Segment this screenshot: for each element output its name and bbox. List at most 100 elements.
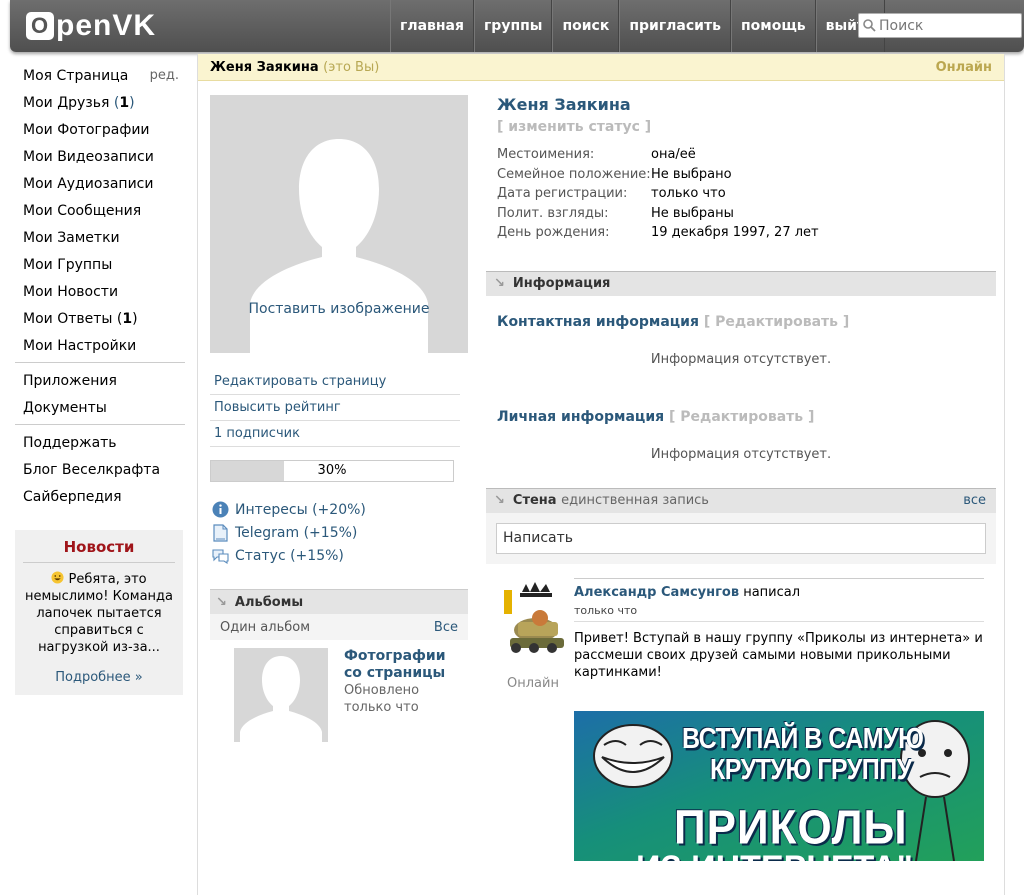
answers-count-value: 1	[122, 310, 133, 327]
post-author-avatar[interactable]	[500, 577, 566, 666]
nav-home[interactable]: главная	[390, 0, 474, 52]
post-image-text-line1: ВСТУПАЙ В САМУЮ	[682, 722, 924, 755]
albums-subheader: Один альбом Все	[210, 614, 468, 640]
info-row-pronouns: Местоимения: она/её	[497, 147, 996, 167]
avatar[interactable]: Поставить изображение	[210, 95, 468, 353]
sidebar-item-settings[interactable]: Мои Настройки	[15, 332, 185, 359]
post-header: Александр Самсунгов написал только что	[574, 577, 984, 622]
info-key: Семейное положение:	[497, 166, 651, 182]
profile-left-column: Поставить изображение Редактировать стра…	[210, 95, 468, 742]
bonus-label: Telegram (+15%)	[235, 524, 358, 541]
albums-all-link[interactable]: Все	[434, 620, 458, 635]
friends-label: Мои Друзья	[23, 94, 110, 111]
albums-title: Альбомы	[234, 594, 304, 610]
top-nav: главная группы поиск пригласить помощь в…	[390, 0, 885, 52]
nav-invite[interactable]: пригласить	[619, 0, 731, 52]
sidebar-item-friends[interactable]: Мои Друзья (1)	[15, 89, 185, 116]
edit-contact-link[interactable]: [ Редактировать ]	[704, 314, 849, 330]
information-title: Информация	[512, 276, 611, 291]
info-value: только что	[651, 186, 726, 201]
nav-groups[interactable]: группы	[473, 0, 553, 52]
sidebar-item-notes[interactable]: Мои Заметки	[15, 224, 185, 251]
set-image-link[interactable]: Поставить изображение	[210, 301, 468, 317]
info-key: Полит. взгляды:	[497, 205, 609, 221]
sidebar-item-label: Приложения	[23, 372, 117, 389]
wall-section: ↘ Стена единственная запись все Написать	[486, 487, 996, 564]
search-input[interactable]	[879, 17, 1019, 34]
post-body: Александр Самсунгов написал только что П…	[574, 577, 984, 861]
sidebar-item-label: Мои Видеозаписи	[23, 148, 154, 165]
sidebar-item-documents[interactable]: Документы	[15, 394, 185, 421]
friends-count-value: 1	[119, 94, 130, 111]
boost-rating-link[interactable]: Повысить рейтинг	[210, 395, 460, 421]
change-status-link[interactable]: [ изменить статус ]	[497, 119, 996, 135]
header-username: Женя Заякина	[210, 59, 319, 75]
user-silhouette-icon	[250, 139, 428, 353]
post-time[interactable]: только что	[574, 604, 984, 617]
sidebar-item-label: Мои Аудиозаписи	[23, 175, 154, 192]
sidebar-item-videos[interactable]: Мои Видеозаписи	[15, 143, 185, 170]
post-image-text-line3: ПРИКОЛЫ	[674, 800, 908, 854]
news-widget: Новости Ребята, это немыслимо! Команда л…	[15, 530, 183, 695]
sidebar-item-label: Мои Друзья (1)	[23, 95, 135, 111]
wall-all-link[interactable]: все	[963, 493, 986, 508]
edit-personal-link[interactable]: [ Редактировать ]	[669, 409, 814, 425]
info-value: Не выбрано	[651, 166, 732, 182]
news-title: Новости	[63, 538, 135, 556]
arrow-down-right-icon: ↘	[216, 594, 227, 610]
album-card[interactable]: Фотографии со страницы Обновлено только …	[210, 648, 468, 742]
info-row-registered: Дата регистрации: только что	[497, 186, 996, 206]
wall-post-input[interactable]: Написать	[496, 522, 986, 554]
online-status: Онлайн	[935, 59, 992, 75]
speech-bubble-icon	[210, 548, 230, 564]
sidebar-item-label: Моя Страница	[23, 67, 129, 84]
info-key: Местоимения:	[497, 147, 595, 162]
albums-count: Один альбом	[220, 619, 311, 635]
nav-help[interactable]: помощь	[730, 0, 816, 52]
followers-link[interactable]: 1 подписчик	[210, 421, 460, 447]
document-icon	[210, 523, 230, 542]
sidebar-item-audio[interactable]: Мои Аудиозаписи	[15, 170, 185, 197]
sidebar-item-apps[interactable]: Приложения	[15, 367, 185, 394]
sidebar-item-news[interactable]: Мои Новости	[15, 278, 185, 305]
rating-value: 30%	[317, 463, 347, 478]
troll-face-icon	[593, 723, 673, 788]
profile-right-column: Женя Заякина [ изменить статус ] Местоим…	[486, 95, 996, 893]
album-updated: Обновлено	[344, 683, 420, 698]
openvk-logo[interactable]: O penVK	[26, 8, 156, 44]
sidebar-item-my-page[interactable]: Моя Страница ред.	[15, 62, 185, 89]
post-author-online: Онлайн	[507, 675, 559, 691]
sidebar-item-groups[interactable]: Мои Группы	[15, 251, 185, 278]
nav-search[interactable]: поиск	[552, 0, 620, 52]
edit-page-link[interactable]: Редактировать страницу	[210, 369, 460, 395]
info-icon	[210, 501, 230, 518]
albums-header: ↘ Альбомы	[210, 589, 468, 614]
sidebar-item-blog[interactable]: Блог Веселкрафта	[15, 456, 185, 483]
arrow-down-right-icon: ↘	[494, 493, 505, 508]
post-author-link[interactable]: Александр Самсунгов	[574, 585, 739, 600]
bonus-interests[interactable]: Интересы (+20%)	[210, 498, 468, 521]
info-value: Не выбраны	[651, 205, 734, 221]
sidebar-item-label: Блог Веселкрафта	[23, 461, 161, 478]
post-image[interactable]: ВСТУПАЙ В САМУЮ КРУТУЮ ГРУППУ ПРИКОЛЫ ИЗ…	[574, 710, 984, 861]
bonus-status[interactable]: Статус (+15%)	[210, 544, 468, 567]
sidebar-item-label: Мои Заметки	[23, 229, 120, 246]
sidebar-divider	[15, 424, 185, 425]
sidebar-item-photos[interactable]: Мои Фотографии	[15, 116, 185, 143]
rating-fill	[211, 461, 284, 481]
sidebar-item-wiki[interactable]: Сайберпедия	[15, 483, 185, 510]
sidebar-item-answers[interactable]: Мои Ответы (1)	[15, 305, 185, 332]
personal-info-label: Личная информация	[497, 408, 665, 425]
profile-page: Женя Заякина (это Вы) Онлайн Поставить и…	[197, 54, 1005, 895]
album-title[interactable]: Фотографии со страницы	[344, 648, 464, 682]
news-more-link[interactable]: Подробнее »	[19, 670, 179, 685]
info-value: 19 декабря 1997, 27 лет	[651, 225, 819, 240]
sidebar-item-messages[interactable]: Мои Сообщения	[15, 197, 185, 224]
sidebar-item-label: Мои Фотографии	[23, 121, 150, 138]
album-thumbnail[interactable]	[234, 648, 328, 742]
information-header: ↘ Информация	[486, 270, 996, 296]
bonus-telegram[interactable]: Telegram (+15%)	[210, 521, 468, 544]
sidebar-item-donate[interactable]: Поддержать	[15, 429, 185, 456]
search-icon	[863, 19, 876, 32]
edit-link[interactable]: ред.	[150, 68, 179, 83]
